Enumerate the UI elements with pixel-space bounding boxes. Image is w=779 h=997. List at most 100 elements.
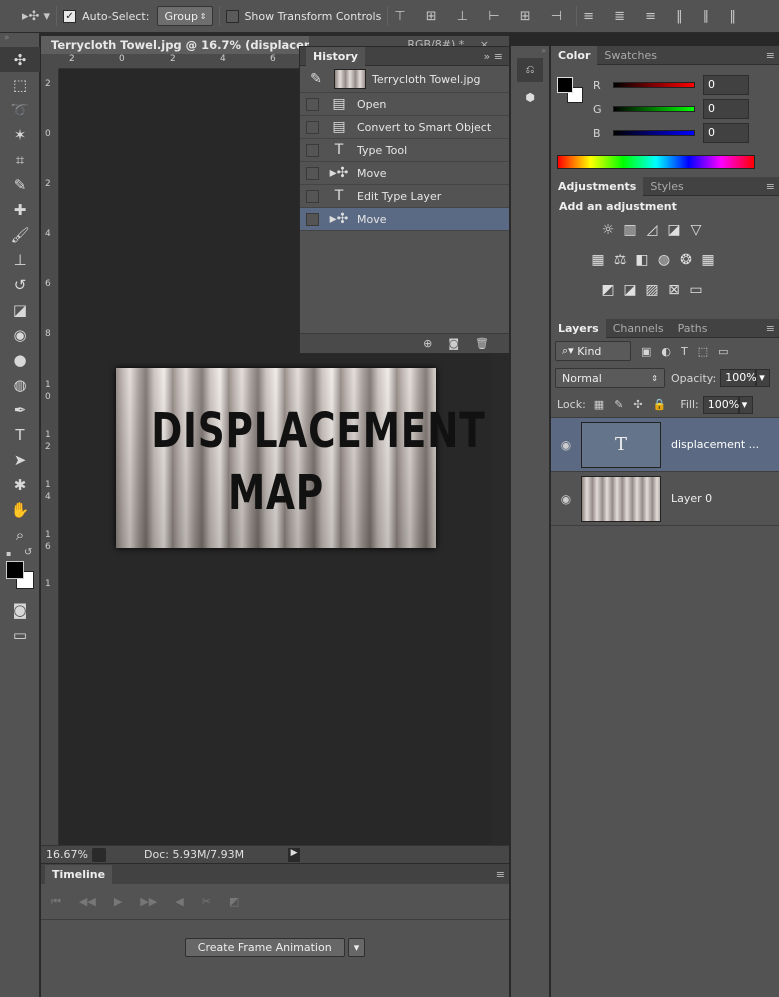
next-frame-icon[interactable]: ▶▶ [140, 895, 157, 908]
3d-dock-icon[interactable]: ⬢ [517, 86, 543, 110]
auto-select-dropdown[interactable]: Group ⇕ [157, 6, 214, 26]
history-item[interactable]: ▤ Convert to Smart Object [300, 116, 509, 139]
quick-mask-icon[interactable]: ◙ [0, 597, 40, 622]
blue-value-input[interactable]: 0 [703, 123, 749, 143]
create-animation-dropdown[interactable]: ▾ [347, 938, 366, 957]
color-balance-icon[interactable]: ⚖ [609, 249, 631, 271]
fill-input[interactable]: 100% [702, 395, 739, 414]
vibrance-icon[interactable]: ▽ [685, 219, 707, 241]
history-brush-tool-icon[interactable]: ↺ [0, 272, 40, 297]
threshold-icon[interactable]: ▨ [641, 279, 663, 301]
blur-tool-icon[interactable]: ● [0, 347, 40, 372]
exposure-icon[interactable]: ◪ [663, 219, 685, 241]
crop-tool-icon[interactable]: ⌗ [0, 147, 40, 172]
invert-icon[interactable]: ◩ [597, 279, 619, 301]
red-value-input[interactable]: 0 [703, 75, 749, 95]
zoom-level[interactable]: 16.67% [46, 848, 92, 861]
marquee-tool-icon[interactable]: ⬚ [0, 72, 40, 97]
dodge-tool-icon[interactable]: ◍ [0, 372, 40, 397]
panel-menu-icon[interactable]: ≡ [496, 868, 505, 881]
tab-styles[interactable]: Styles [643, 177, 690, 196]
eraser-tool-icon[interactable]: ◪ [0, 297, 40, 322]
history-source-box[interactable] [306, 120, 319, 134]
history-source-box[interactable] [306, 212, 319, 226]
visibility-eye-icon[interactable]: ◉ [551, 438, 581, 452]
status-menu-icon[interactable] [92, 847, 106, 862]
panel-menu-icon[interactable]: ≡ [766, 180, 775, 193]
show-transform-checkbox[interactable] [226, 9, 240, 23]
clone-stamp-tool-icon[interactable]: ⊥ [0, 247, 40, 272]
green-slider[interactable] [613, 106, 695, 112]
new-snapshot-icon[interactable]: ◙ [448, 337, 459, 350]
filter-type-icon[interactable]: T [681, 345, 688, 358]
filter-pixel-icon[interactable]: ▣ [641, 345, 651, 358]
black-white-icon[interactable]: ◧ [631, 249, 653, 271]
opacity-dropdown-icon[interactable]: ▾ [756, 369, 771, 387]
healing-brush-tool-icon[interactable]: ✚ [0, 197, 40, 222]
tab-layers[interactable]: Layers [551, 318, 606, 338]
path-selection-tool-icon[interactable]: ➤ [0, 447, 40, 472]
curves-icon[interactable]: ◿ [641, 219, 663, 241]
screen-mode-icon[interactable]: ▭ [0, 622, 40, 647]
create-frame-animation-button[interactable]: Create Frame Animation [184, 938, 345, 957]
foreground-color-swatch[interactable] [6, 561, 24, 579]
auto-select-checkbox[interactable]: ✓ [63, 9, 77, 23]
shape-tool-icon[interactable]: ✱ [0, 472, 40, 497]
history-item[interactable]: ▸✣ Move [300, 162, 509, 185]
layer-name[interactable]: Layer 0 [671, 492, 712, 505]
pen-tool-icon[interactable]: ✒ [0, 397, 40, 422]
tab-paths[interactable]: Paths [671, 319, 715, 338]
channel-mixer-icon[interactable]: ❂ [675, 249, 697, 271]
history-brush-source-icon[interactable]: ✎ [304, 71, 328, 87]
brightness-contrast-icon[interactable]: ☼ [597, 219, 619, 241]
tab-color[interactable]: Color [551, 45, 598, 65]
lock-icons[interactable]: ▦✎✣🔒 [594, 398, 677, 411]
brush-tool-icon[interactable]: 🖌 [0, 222, 40, 247]
blue-slider[interactable] [613, 130, 695, 136]
visibility-eye-icon[interactable]: ◉ [551, 492, 581, 506]
audio-icon[interactable]: ◀ [175, 895, 183, 908]
paint-bucket-tool-icon[interactable]: ◉ [0, 322, 40, 347]
transition-icon[interactable]: ◩ [229, 895, 239, 908]
history-source-box[interactable] [306, 166, 319, 180]
layer-filter-dropdown[interactable]: ⌕▾ Kind [555, 341, 631, 361]
filter-shape-icon[interactable]: ⬚ [698, 345, 708, 358]
tab-timeline[interactable]: Timeline [45, 864, 113, 884]
panel-menu-icon[interactable]: ≡ [766, 322, 775, 335]
green-value-input[interactable]: 0 [703, 99, 749, 119]
history-item[interactable]: ▤ Open [300, 93, 509, 116]
align-icons[interactable]: ⊤ ⊞ ⊥ ⊢ ⊞ ⊣ [394, 9, 570, 24]
tab-channels[interactable]: Channels [606, 319, 671, 338]
history-item[interactable]: T Type Tool [300, 139, 509, 162]
filter-smart-object-icon[interactable]: ▭ [718, 345, 728, 358]
eyedropper-tool-icon[interactable]: ✎ [0, 172, 40, 197]
history-dock-icon[interactable]: ⎌ [517, 58, 543, 82]
type-tool-icon[interactable]: T [0, 422, 40, 447]
layer-name[interactable]: displacement ... [671, 438, 759, 451]
status-arrow-icon[interactable]: ▶ [288, 847, 301, 862]
opacity-input[interactable]: 100% [720, 369, 757, 387]
play-icon[interactable]: ▶ [114, 895, 122, 908]
lasso-tool-icon[interactable]: ➰ [0, 97, 40, 122]
zoom-tool-icon[interactable]: ⌕ [0, 522, 40, 547]
previous-frame-icon[interactable]: ◀◀ [79, 895, 96, 908]
filter-adjustment-icon[interactable]: ◐ [661, 345, 671, 358]
scissors-icon[interactable]: ✂ [202, 895, 211, 908]
towel-image-layer[interactable]: DISPLACEMENT MAP [116, 368, 485, 548]
history-source-box[interactable] [306, 143, 319, 157]
blend-mode-dropdown[interactable]: Normal ⇕ [555, 368, 665, 388]
history-item-selected[interactable]: ▸✣ Move [300, 208, 509, 231]
hand-tool-icon[interactable]: ✋ [0, 497, 40, 522]
tab-adjustments[interactable]: Adjustments [551, 176, 644, 196]
color-spectrum-bar[interactable] [557, 155, 755, 169]
magic-wand-tool-icon[interactable]: ✶ [0, 122, 40, 147]
collapse-icon[interactable]: » [0, 33, 39, 47]
history-source-box[interactable] [306, 97, 319, 111]
move-tool-icon[interactable]: ✣ [0, 47, 40, 72]
layer-row[interactable]: ◉ Layer 0 [551, 472, 779, 526]
red-slider[interactable] [613, 82, 695, 88]
first-frame-icon[interactable]: ⏮ [51, 895, 61, 909]
default-colors-icon[interactable]: ▪ [6, 549, 11, 558]
dock-collapse-icon[interactable]: » [511, 46, 549, 55]
tab-swatches[interactable]: Swatches [597, 46, 664, 65]
